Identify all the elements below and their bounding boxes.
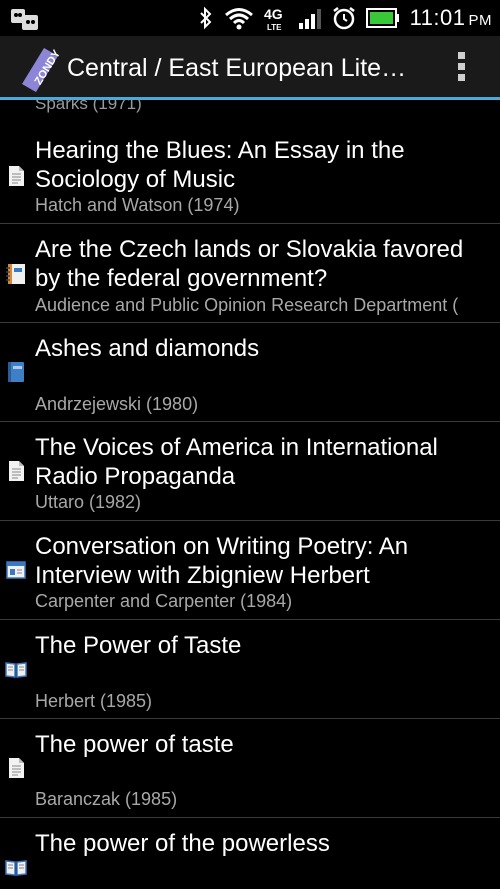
app-title: Central / East European Lite… bbox=[67, 54, 407, 82]
item-subtitle: Andrzejewski (1980) bbox=[35, 394, 199, 414]
app-logo[interactable]: ZONDY bbox=[16, 46, 63, 92]
item-subtitle: Baranczak (1985) bbox=[35, 789, 178, 809]
item-title: The Voices of America in International R… bbox=[35, 434, 438, 490]
item-subtitle: Uttaro (1982) bbox=[35, 492, 142, 512]
item-title: Are the Czech lands or Slovakia favored … bbox=[35, 236, 464, 292]
zondy-logo-icon: ZONDY bbox=[19, 47, 63, 92]
app-notification-icon bbox=[11, 9, 38, 30]
overflow-menu-button[interactable] bbox=[454, 52, 468, 84]
open-book-icon bbox=[5, 860, 27, 876]
item-title: The power of the powerless bbox=[35, 830, 330, 857]
webpage-icon bbox=[6, 561, 26, 579]
item-title: The power of taste bbox=[35, 731, 234, 758]
4g-lte-icon: 4G LTE bbox=[264, 6, 283, 32]
svg-text:4G: 4G bbox=[264, 6, 283, 22]
open-book-icon bbox=[5, 662, 27, 678]
wifi-icon bbox=[224, 8, 253, 30]
item-title: Ashes and diamonds bbox=[35, 335, 260, 362]
clock: 11:01 PM bbox=[409, 5, 492, 30]
status-bar: 4G LTE 11:01 PM bbox=[0, 0, 500, 36]
item-title: The Power of Taste bbox=[35, 632, 242, 659]
item-subtitle: Hatch and Watson (1974) bbox=[35, 195, 240, 215]
item-title: Hearing the Blues: An Essay in the Socio… bbox=[35, 137, 405, 193]
item-title: Conversation on Writing Poetry: An Inter… bbox=[35, 533, 409, 589]
alarm-icon bbox=[332, 7, 355, 30]
list-item-partial-subtitle: Sparks (1971) bbox=[35, 100, 142, 113]
list-item[interactable]: Ashes and diamonds Andrzejewski (1980) bbox=[0, 324, 500, 422]
list-item[interactable]: Hearing the Blues: An Essay in the Socio… bbox=[0, 126, 500, 224]
document-icon bbox=[9, 166, 24, 186]
document-icon bbox=[9, 758, 24, 778]
list-item[interactable]: The Voices of America in International R… bbox=[0, 423, 500, 521]
list-item[interactable]: Conversation on Writing Poetry: An Inter… bbox=[0, 522, 500, 620]
list-item[interactable]: The power of the powerless bbox=[0, 819, 500, 889]
overflow-dot bbox=[457, 74, 465, 81]
list-item[interactable]: The Power of Taste Herbert (1985) bbox=[0, 621, 500, 719]
notification-icons bbox=[10, 6, 40, 36]
signal-strength-icon bbox=[298, 9, 321, 29]
list-item[interactable]: Are the Czech lands or Slovakia favored … bbox=[0, 225, 500, 323]
book-icon bbox=[8, 362, 24, 382]
item-subtitle: Herbert (1985) bbox=[35, 691, 153, 711]
battery-icon bbox=[365, 8, 399, 28]
list-item[interactable]: The power of taste Baranczak (1985) bbox=[0, 720, 500, 818]
overflow-dot bbox=[457, 52, 465, 59]
svg-text:LTE: LTE bbox=[267, 23, 282, 32]
results-list[interactable]: Sparks (1971) Hearing the Blues: An Essa… bbox=[0, 100, 500, 889]
item-subtitle: Audience and Public Opinion Research Dep… bbox=[35, 295, 459, 315]
overflow-dot bbox=[457, 63, 465, 70]
bluetooth-icon bbox=[199, 6, 211, 30]
notebook-icon bbox=[6, 264, 25, 284]
item-subtitle: Carpenter and Carpenter (1984) bbox=[35, 591, 293, 611]
document-icon bbox=[9, 461, 24, 481]
system-icons: 4G LTE 11:01 PM bbox=[198, 0, 492, 36]
